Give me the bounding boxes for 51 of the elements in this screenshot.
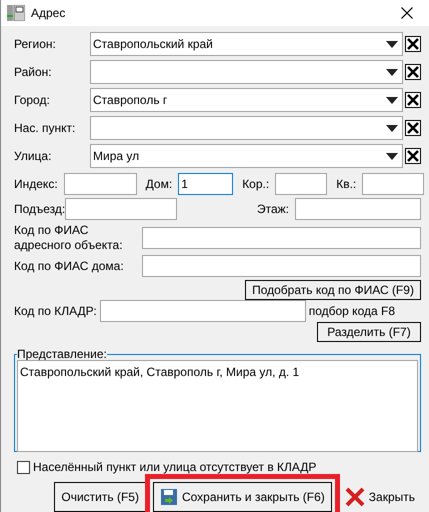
field-label: Код по КЛАДР: xyxy=(14,303,97,320)
dropdown-field[interactable] xyxy=(90,60,403,84)
group-title: Представление: xyxy=(17,348,107,360)
text-field[interactable] xyxy=(362,173,424,196)
split-button[interactable]: Разделить (F7) xyxy=(317,322,421,342)
text-field[interactable] xyxy=(142,255,421,277)
text-field[interactable] xyxy=(275,173,328,196)
field-label: Кв.: xyxy=(336,176,356,194)
dropdown-arrow-icon[interactable] xyxy=(386,40,398,48)
hint-text: подбор кода F8 xyxy=(308,303,395,320)
dropdown-arrow-icon[interactable] xyxy=(386,124,398,132)
text-field[interactable] xyxy=(295,198,421,220)
clear-button[interactable] xyxy=(405,36,421,52)
dropdown-arrow-icon[interactable] xyxy=(386,68,398,76)
field-label: Этаж: xyxy=(256,201,289,218)
text-field[interactable]: 1 xyxy=(178,173,234,196)
field-label: Кор.: xyxy=(242,176,270,194)
checkbox-label: Населённый пункт или улица отсутствует в КЛАДР xyxy=(33,459,316,476)
dropdown-field[interactable]: Ставрополь г xyxy=(90,88,403,112)
field-label: Индекс: xyxy=(14,176,58,194)
address-book-icon xyxy=(7,5,25,22)
text-field[interactable] xyxy=(142,226,421,249)
clear-button[interactable] xyxy=(405,148,421,164)
close-button[interactable]: Закрыть xyxy=(338,482,421,512)
text-area[interactable]: Ставропольский край, Ставрополь г, Мира ул, д. 1 xyxy=(17,360,418,452)
clear-button[interactable] xyxy=(405,120,421,136)
checkbox[interactable] xyxy=(17,460,30,474)
clear-button[interactable] xyxy=(405,64,421,80)
field-label: Дом: xyxy=(146,176,172,194)
dropdown-field[interactable]: Ставропольский край xyxy=(90,32,403,56)
fias-lookup-button[interactable]: Подобрать код по ФИАС (F9) xyxy=(245,280,421,300)
field-label: Улица: xyxy=(14,148,52,166)
clear-button[interactable] xyxy=(405,92,421,108)
cross-icon xyxy=(344,487,365,507)
field-label: Код по ФИАС дома: xyxy=(14,258,125,274)
text-field[interactable] xyxy=(64,173,137,196)
close-icon[interactable] xyxy=(401,7,413,20)
field-label: Регион: xyxy=(14,36,57,54)
dropdown-field[interactable]: Мира ул xyxy=(90,144,403,168)
dropdown-arrow-icon[interactable] xyxy=(386,96,398,104)
text-field[interactable] xyxy=(100,300,306,322)
field-label: Район: xyxy=(14,64,53,82)
window-title: Адрес xyxy=(31,5,66,22)
field-label: Код по ФИАС адресного объекта: xyxy=(14,223,124,252)
field-label: Нас. пункт: xyxy=(14,120,76,138)
clear-button[interactable]: Очистить (F5) xyxy=(54,482,146,512)
dropdown-arrow-icon[interactable] xyxy=(386,152,398,160)
text-field[interactable] xyxy=(65,198,178,220)
dropdown-field[interactable] xyxy=(90,116,403,140)
field-label: Подъезд: xyxy=(14,201,66,218)
field-label: Город: xyxy=(14,92,51,110)
